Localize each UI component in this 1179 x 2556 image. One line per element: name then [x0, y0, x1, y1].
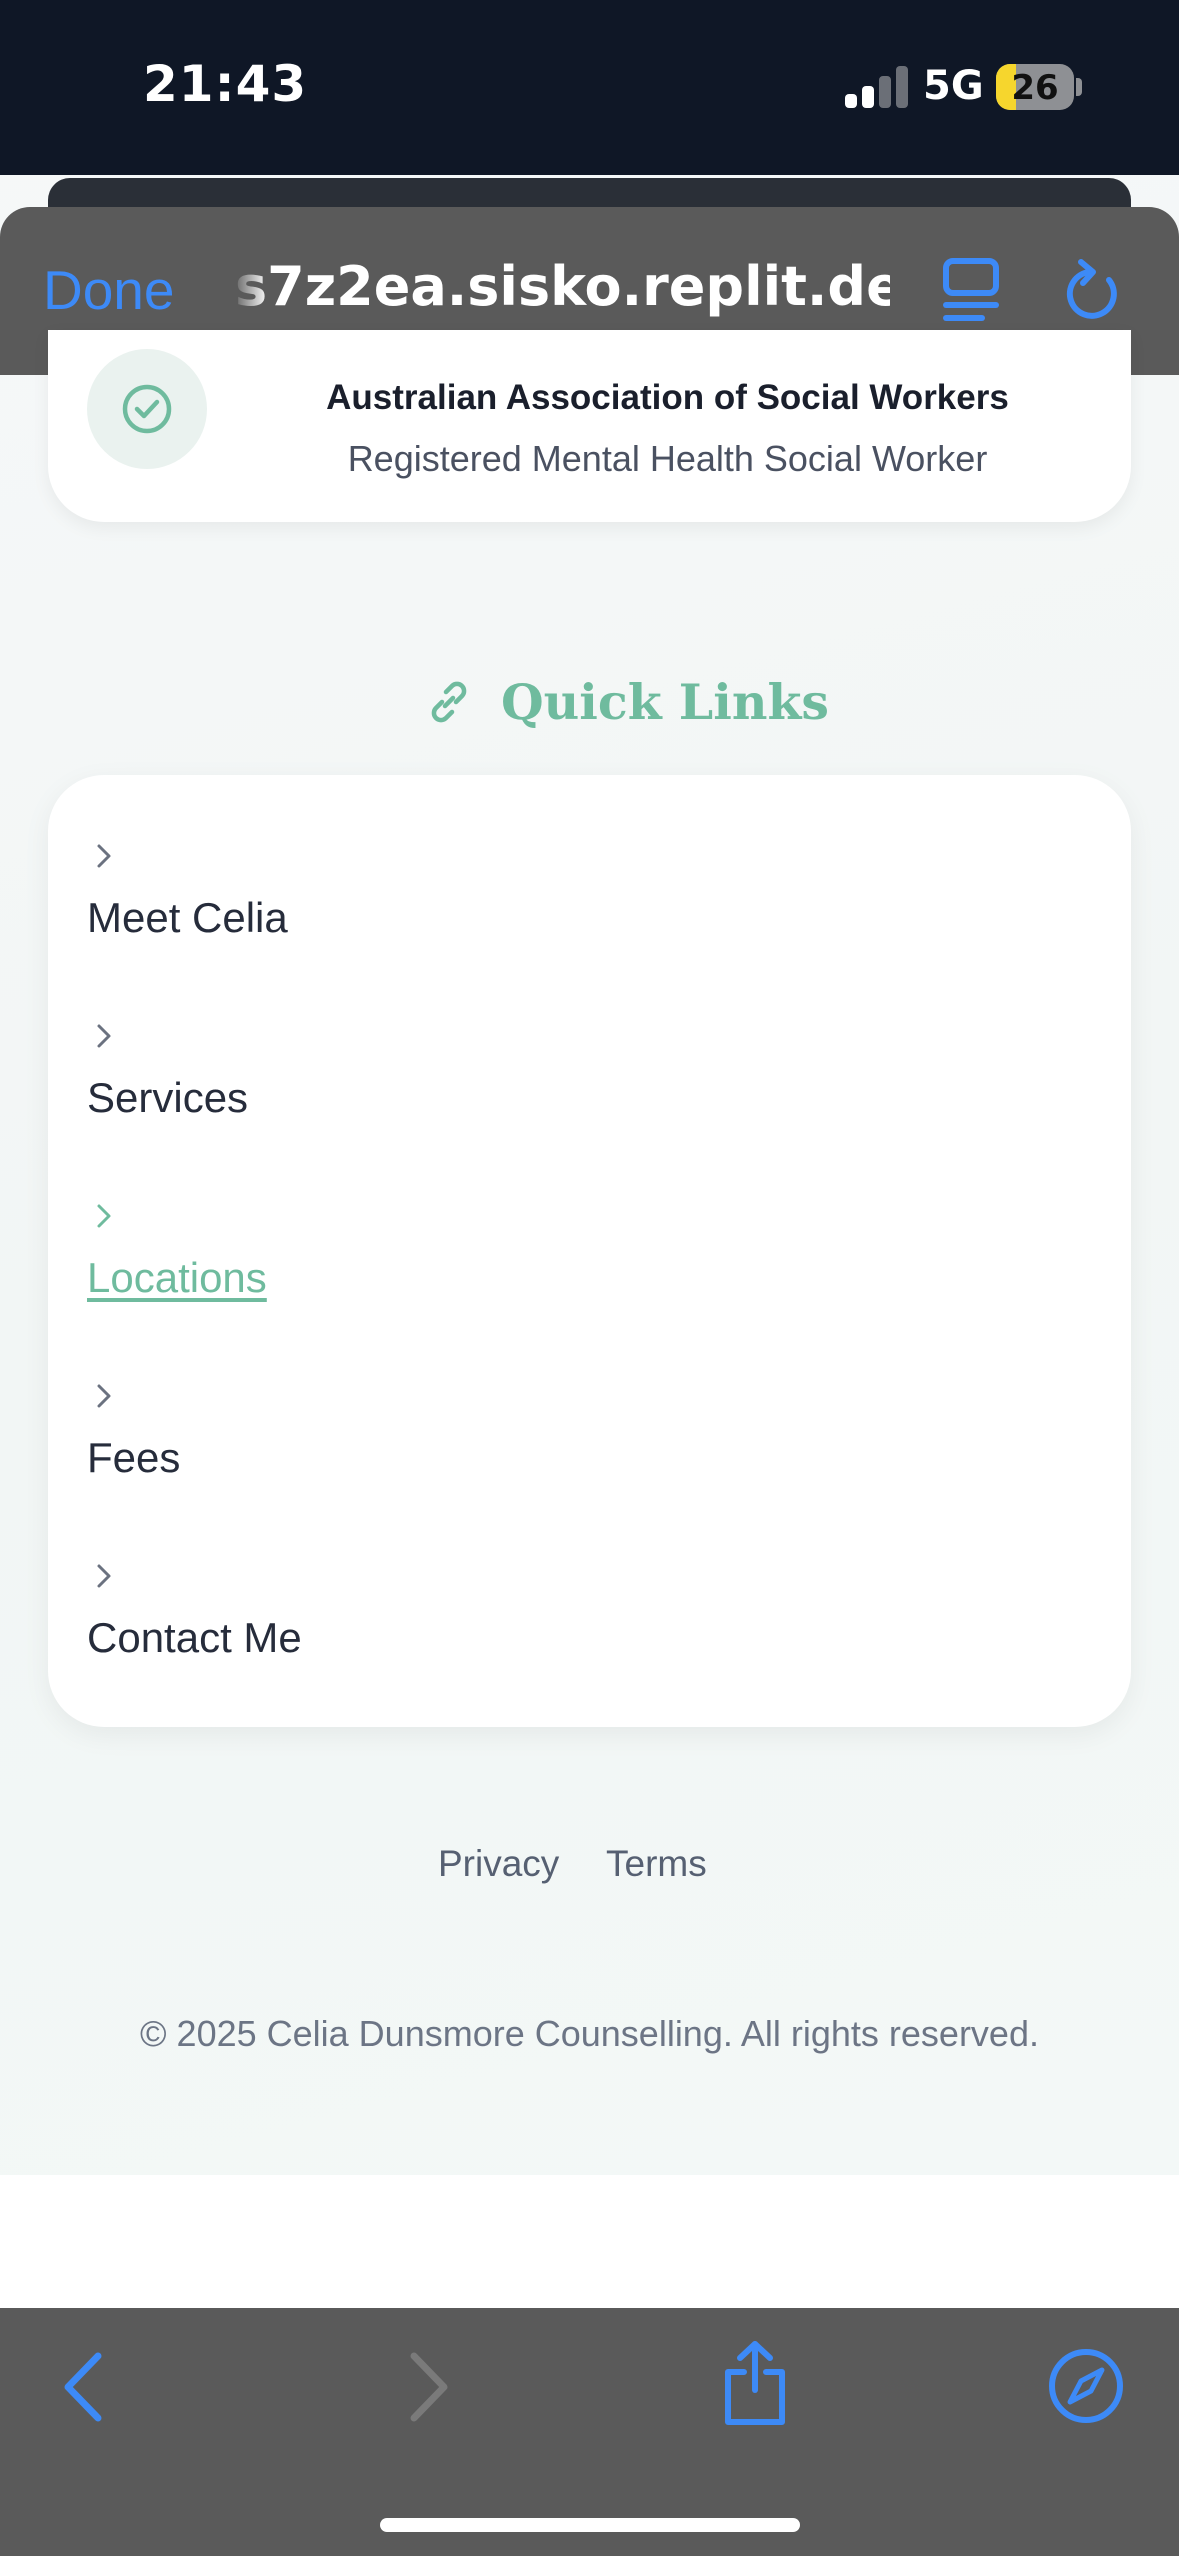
quick-link-fees[interactable]: Fees	[87, 1378, 687, 1498]
quick-links-heading: Quick Links	[425, 667, 829, 737]
done-button[interactable]: Done	[43, 258, 174, 322]
quick-link-contact-me[interactable]: Contact Me	[87, 1558, 687, 1678]
battery-icon: 26	[996, 64, 1074, 110]
reload-button[interactable]	[1063, 258, 1123, 322]
terms-link[interactable]: Terms	[606, 1843, 707, 1885]
quick-link-label: Locations	[87, 1254, 267, 1301]
url-field[interactable]: s7z2ea.sisko.replit.dev	[235, 255, 890, 318]
chevron-left-icon	[64, 2352, 102, 2422]
chevron-right-icon	[97, 1204, 111, 1228]
credential-subtitle: Registered Mental Health Social Worker	[347, 438, 988, 479]
reader-mode-icon	[943, 258, 999, 321]
credential-card	[48, 330, 1131, 522]
verified-check-icon	[87, 349, 207, 469]
quick-links-title: Quick Links	[501, 673, 829, 731]
status-time: 21:43	[143, 55, 308, 113]
safari-compass-button[interactable]	[1046, 2346, 1126, 2431]
quick-link-label: Fees	[87, 1434, 181, 1481]
copyright-text: © 2025 Celia Dunsmore Counselling. All r…	[140, 2013, 1039, 2054]
page-bottom-spacer	[0, 2175, 1179, 2310]
battery-level: 26	[1011, 68, 1059, 108]
url-fade	[228, 250, 268, 325]
chevron-right-icon	[410, 2352, 448, 2422]
chevron-right-icon	[97, 1024, 111, 1048]
chevron-right-icon	[97, 1564, 111, 1588]
network-type: 5G	[923, 63, 984, 109]
signal-strength-icon	[845, 66, 908, 108]
chevron-right-icon	[97, 1384, 111, 1408]
status-bar: 21:43 5G 26	[0, 0, 1179, 175]
quick-link-label: Meet Celia	[87, 894, 288, 941]
share-icon	[725, 2341, 785, 2425]
share-button[interactable]	[720, 2338, 790, 2433]
privacy-link[interactable]: Privacy	[438, 1843, 559, 1885]
forward-button[interactable]	[402, 2350, 452, 2429]
link-icon	[431, 681, 467, 723]
credential-title: Australian Association of Social Workers	[326, 378, 1009, 417]
quick-link-services[interactable]: Services	[87, 1018, 687, 1138]
quick-link-label: Services	[87, 1074, 249, 1121]
quick-link-meet-celia[interactable]: Meet Celia	[87, 838, 687, 958]
home-indicator	[380, 2518, 800, 2532]
reload-icon	[1066, 259, 1117, 319]
battery-tip	[1076, 78, 1082, 96]
reader-mode-button[interactable]	[940, 255, 1004, 325]
chevron-right-icon	[97, 844, 111, 868]
quick-link-locations[interactable]: Locations	[87, 1198, 687, 1318]
back-button[interactable]	[60, 2350, 110, 2429]
quick-link-label: Contact Me	[87, 1614, 302, 1661]
compass-icon	[1049, 2349, 1123, 2423]
